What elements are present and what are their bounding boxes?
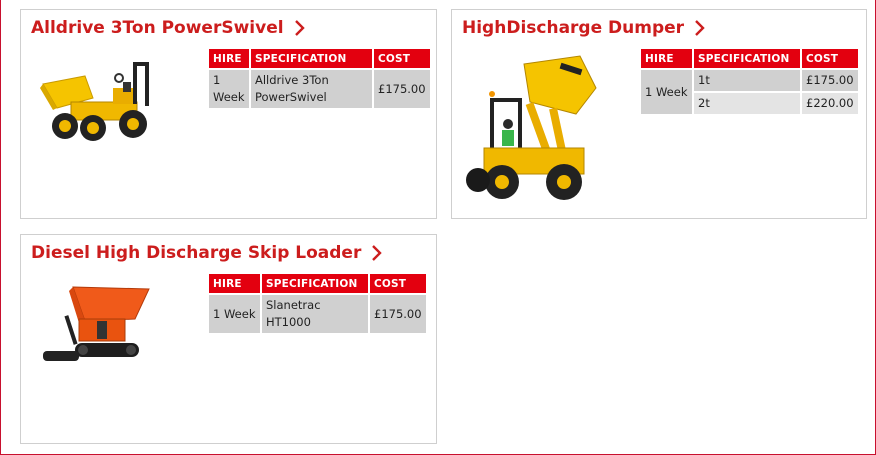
header-specification: SPECIFICATION bbox=[694, 49, 800, 68]
cost-cell: £175.00 bbox=[374, 70, 430, 108]
hire-period-cell: 1 Week bbox=[209, 295, 260, 333]
hire-table: HIRE SPECIFICATION COST 1 Week 1t £175.0… bbox=[639, 47, 860, 116]
cost-cell: £175.00 bbox=[802, 70, 858, 91]
header-cost: COST bbox=[374, 49, 430, 68]
specification-cell: 2t bbox=[694, 93, 800, 114]
yellow-dumper-image[interactable] bbox=[35, 52, 155, 147]
chevron-right-icon bbox=[372, 245, 383, 261]
header-specification: SPECIFICATION bbox=[262, 274, 368, 293]
product-card-alldrive: Alldrive 3Ton PowerSwivel HIRE SPECIFICA… bbox=[20, 9, 437, 219]
specification-cell: Alldrive 3Ton PowerSwivel bbox=[251, 70, 372, 108]
product-card-skip-loader: Diesel High Discharge Skip Loader HIRE S… bbox=[20, 234, 437, 444]
table-row: 1 Week 1t £175.00 bbox=[641, 70, 858, 114]
product-title[interactable]: HighDischarge Dumper bbox=[462, 18, 684, 38]
table-row: 1 Week Alldrive 3Ton PowerSwivel £175.00 bbox=[209, 70, 430, 108]
header-cost: COST bbox=[370, 274, 426, 293]
high-discharge-dumper-image[interactable] bbox=[464, 52, 600, 208]
product-title-link[interactable]: Diesel High Discharge Skip Loader bbox=[31, 243, 385, 263]
specification-cell: Slanetrac HT1000 bbox=[262, 295, 368, 333]
product-title-link[interactable]: HighDischarge Dumper bbox=[462, 18, 708, 38]
product-card-highdischarge: HighDischarge Dumper HIRE SPECIFICATION bbox=[451, 9, 867, 219]
product-title[interactable]: Alldrive 3Ton PowerSwivel bbox=[31, 18, 284, 38]
header-hire: HIRE bbox=[209, 274, 260, 293]
tracked-skip-loader-image[interactable] bbox=[35, 275, 165, 369]
table-row: 1 Week Slanetrac HT1000 £175.00 bbox=[209, 295, 426, 333]
chevron-right-icon bbox=[695, 20, 705, 36]
hire-table: HIRE SPECIFICATION COST 1 Week Alldrive … bbox=[207, 47, 432, 110]
hire-table: HIRE SPECIFICATION COST 1 Week Slanetrac… bbox=[207, 272, 428, 335]
header-cost: COST bbox=[802, 49, 858, 68]
hire-period-cell: 1 Week bbox=[641, 70, 692, 114]
header-hire: HIRE bbox=[209, 49, 249, 68]
chevron-right-icon bbox=[294, 20, 305, 36]
cost-cell: £220.00 bbox=[802, 93, 858, 114]
product-title[interactable]: Diesel High Discharge Skip Loader bbox=[31, 243, 361, 263]
cost-cell: £175.00 bbox=[370, 295, 426, 333]
specification-cell: 1t bbox=[694, 70, 800, 91]
product-title-link[interactable]: Alldrive 3Ton PowerSwivel bbox=[31, 18, 308, 38]
header-specification: SPECIFICATION bbox=[251, 49, 372, 68]
hire-period-cell: 1 Week bbox=[209, 70, 249, 108]
header-hire: HIRE bbox=[641, 49, 692, 68]
